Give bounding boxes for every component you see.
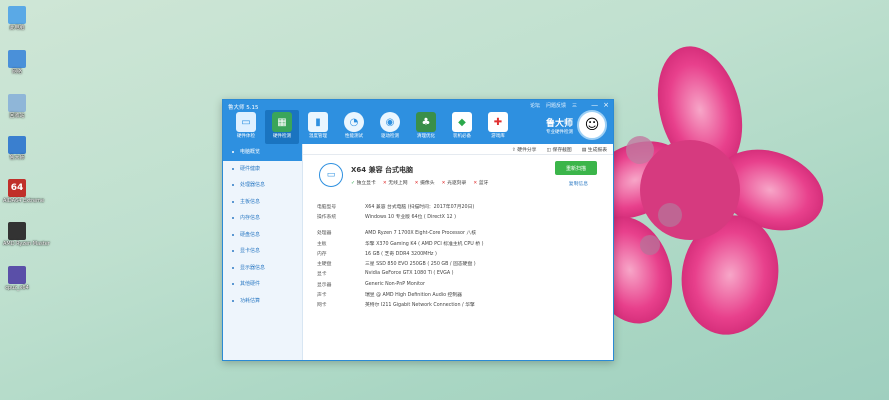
info-row: 显卡 Nvidia GeForce GTX 1080 Ti ( EVGA ) [317,271,454,278]
bullet-icon [232,250,234,253]
bullet-icon [232,266,234,269]
action-bar: ⇪ 硬件分享 ◫ 保存截图 ▤ 生成报表 [303,144,613,155]
bullet-icon [232,151,234,154]
bullet-icon [232,299,234,302]
copy-info-link[interactable]: 复制信息 [569,180,588,187]
motherboard-icon: ▦ [272,112,292,132]
sidebar-item-gpu[interactable]: 显卡信息 [223,243,302,260]
sidebar-item-health[interactable]: 硬件健康 [223,161,302,178]
tool-temperature[interactable]: ▮ 温度管理 [301,110,335,144]
info-row: 处理器 AMD Ryzen 7 1700X Eight-Core Processo… [317,231,477,237]
cpuz-icon [8,266,26,284]
bullet-icon [232,184,234,187]
menu-button[interactable]: 三 [572,102,577,109]
feedback-link[interactable]: 问题反馈 [546,102,566,109]
ludashi-logo-icon: ☺ [577,110,607,140]
tool-cleanup[interactable]: ♣ 清理优化 [409,110,443,144]
ludashi-window: 鲁大师 5.15 论坛 问题反馈 三 — × ▭ 硬件体检 ▦ 硬件检测 ▮ 温… [222,99,614,361]
cross-icon: ✕ [414,181,419,186]
desktop-icon-ludashi[interactable]: 鲁大师 [3,136,31,161]
tool-driver[interactable]: ◉ 驱动检测 [373,110,407,144]
cube-icon: ◆ [452,112,472,132]
check-icon: ✓ [351,181,356,186]
main-content: ⇪ 硬件分享 ◫ 保存截图 ▤ 生成报表 ▭ X64 兼容 台式电脑 ✓ 独立显… [303,144,613,360]
forum-link[interactable]: 论坛 [530,102,540,109]
ryzen-master-icon [8,222,26,240]
bullet-icon [232,283,234,286]
computer-icon [8,6,26,24]
hardware-info-list: 电脑型号 X64 兼容 台式电脑 (扫描时间：2017年07月20日) 操作系统 W… [317,201,603,310]
tool-essentials[interactable]: ◆ 装机必备 [445,110,479,144]
check-optical: ✕ 光驱刻录 [441,181,467,186]
report-button[interactable]: ▤ 生成报表 [582,146,607,153]
thermometer-icon: ▮ [308,112,328,132]
minimize-button[interactable]: — [591,101,598,109]
sidebar-item-overview[interactable]: 电脑概览 [223,144,302,161]
feature-checks: ✓ 独立显卡 ✕ 无线上网 ✕ 摄像头 ✕ 光驱刻录 ✕ 蓝牙 [351,179,488,186]
desktop-icon-cpuz[interactable]: cpuz_x64 [3,266,31,291]
sidebar: 电脑概览 硬件健康 处理器信息 主板信息 内存信息 硬盘信息 显卡信息 显示器信… [223,144,303,360]
cross-icon: ✕ [441,181,446,186]
check-camera: ✕ 摄像头 [414,181,435,186]
desktop-icon-network[interactable]: 网络 [3,50,31,75]
check-wifi: ✕ 无线上网 [382,181,408,186]
info-row: 电脑型号 X64 兼容 台式电脑 (扫描时间：2017年07月20日) [317,204,475,210]
tool-benchmark[interactable]: ◔ 性能测试 [337,110,371,144]
tool-hardware-detect[interactable]: ▦ 硬件检测 [265,110,299,144]
summary-card: ▭ X64 兼容 台式电脑 ✓ 独立显卡 ✕ 无线上网 ✕ 摄像头 ✕ 光驱刻录… [317,160,601,194]
info-row: 内存 16 GB ( 芝奇 DDR4 3200MHz ) [317,251,437,257]
computer-icon: ▭ [319,163,343,187]
sidebar-item-motherboard[interactable]: 主板信息 [223,194,302,211]
ludashi-icon [8,136,26,154]
info-row: 操作系统 Windows 10 专业版 64位 ( DirectX 12 ) [317,214,456,220]
check-bluetooth: ✕ 蓝牙 [473,181,489,186]
tool-games[interactable]: ✚ 游戏库 [481,110,515,144]
check-discrete-gpu: ✓ 独立显卡 [351,181,376,186]
bullet-icon [232,167,234,170]
cross-icon: ✕ [473,181,478,186]
sidebar-item-monitor[interactable]: 显示器信息 [223,260,302,277]
driver-disc-icon: ◉ [380,112,400,132]
sidebar-item-cpu[interactable]: 处理器信息 [223,177,302,194]
desktop-icon-ryzen-master[interactable]: AMD Ryzen Master [3,222,50,247]
cross-icon: ✕ [382,181,387,186]
title-links: 论坛 问题反馈 三 [530,102,577,109]
speedometer-icon: ◔ [344,112,364,132]
bullet-icon [232,233,234,236]
sidebar-item-other[interactable]: 其他硬件 [223,276,302,293]
recycle-bin-icon [8,94,26,112]
sidebar-item-disk[interactable]: 硬盘信息 [223,227,302,244]
bullet-icon [232,200,234,203]
tool-hardware-checkup[interactable]: ▭ 硬件体检 [229,110,263,144]
info-row: 主硬盘 三星 SSD 850 EVO 250GB ( 250 GB / 固态硬盘 … [317,262,476,268]
desktop-icon-aida64[interactable]: 64 AIDA64 Extreme [3,179,44,204]
info-row: 声卡 瑞昱 @ AMD High Definition Audio 控制器 [317,293,462,299]
info-row: 网卡 英特尔 I211 Gigabit Network Connection / … [317,303,475,309]
share-button[interactable]: ⇪ 硬件分享 [512,146,537,153]
rescan-button[interactable]: 重新扫描 [555,161,597,175]
monitor-check-icon: ▭ [236,112,256,132]
desktop-icon-recycle-bin[interactable]: 回收站 [3,94,31,119]
info-row: 主板 华擎 X370 Gaming K4 ( AMD PCI 标准主机 CPU 桥… [317,241,484,247]
sidebar-item-memory[interactable]: 内存信息 [223,210,302,227]
aida64-icon: 64 [8,179,26,197]
computer-title: X64 兼容 台式电脑 [351,166,414,174]
window-controls: — × [591,101,609,109]
brand-name: 鲁大师 [545,118,573,129]
desktop-icon-this-pc[interactable]: 此电脑 [3,6,31,31]
close-button[interactable]: × [603,101,609,109]
bullet-icon [232,217,234,220]
broom-icon: ♣ [416,112,436,132]
gamepad-icon: ✚ [488,112,508,132]
info-row: 显示器 Generic Non-PnP Monitor [317,281,425,288]
brand-slogan: 专业硬件检测 [546,129,573,135]
screenshot-button[interactable]: ◫ 保存截图 [546,146,571,153]
main-toolbar: ▭ 硬件体检 ▦ 硬件检测 ▮ 温度管理 ◔ 性能测试 ◉ 驱动检测 ♣ 清理优… [229,110,515,144]
sidebar-item-power[interactable]: 功耗估算 [223,293,302,310]
network-icon [8,50,26,68]
title-bar: 鲁大师 5.15 论坛 问题反馈 三 — × ▭ 硬件体检 ▦ 硬件检测 ▮ 温… [223,100,613,144]
brand: 鲁大师 专业硬件检测 ☺ [546,110,607,140]
